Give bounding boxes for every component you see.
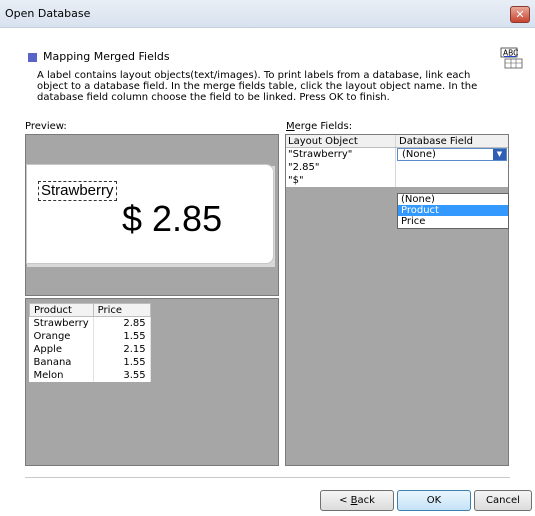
cell-product: Apple: [29, 342, 94, 356]
cell-product: Orange: [29, 329, 94, 343]
cell-product: Melon: [29, 368, 94, 382]
cell-product: Banana: [29, 355, 94, 369]
table-row[interactable]: Melon 3.55: [29, 368, 151, 382]
cell-price: 1.55: [93, 329, 151, 343]
column-header-price[interactable]: Price: [92, 303, 151, 317]
table-row[interactable]: Orange 1.55: [29, 329, 151, 343]
section-description: A label contains layout objects(text/ima…: [37, 70, 478, 103]
back-button[interactable]: < Back: [320, 490, 394, 511]
layout-object-name[interactable]: "Strawberry": [286, 148, 396, 161]
column-header-product[interactable]: Product: [29, 303, 94, 317]
database-field-cell[interactable]: [396, 161, 508, 174]
merge-fields-panel: Layout Object Database Field "Strawberry…: [285, 134, 509, 466]
column-header-database-field[interactable]: Database Field: [396, 135, 508, 147]
merge-row-price[interactable]: "2.85": [286, 161, 508, 174]
back-button-prefix: <: [339, 495, 351, 506]
layout-object-text[interactable]: Strawberry: [38, 181, 117, 201]
layout-object-name[interactable]: "2.85": [286, 161, 396, 174]
close-icon: ✕: [515, 8, 525, 21]
database-field-cell[interactable]: [396, 174, 508, 187]
chevron-down-icon[interactable]: ▼: [493, 149, 506, 160]
back-button-label: ack: [357, 495, 375, 506]
cell-price: 1.55: [93, 355, 151, 369]
section-marker: [28, 53, 37, 62]
database-table: Product Price Strawberry 2.85 Orange 1.55 …: [29, 303, 151, 382]
table-header: Product Price: [29, 303, 151, 317]
cancel-button[interactable]: Cancel: [474, 490, 532, 511]
merge-fields-accelerator: M: [286, 121, 295, 132]
layout-object-price[interactable]: $ 2.85: [122, 199, 222, 239]
table-row[interactable]: Strawberry 2.85: [29, 316, 151, 330]
cell-product: Strawberry: [29, 316, 94, 330]
merge-fields-label: Merge Fields:: [286, 121, 352, 132]
database-field-cell[interactable]: (None) ▼: [396, 148, 508, 161]
dialog-body: Mapping Merged Fields A label contains l…: [0, 28, 535, 516]
database-panel: Product Price Strawberry 2.85 Orange 1.55 …: [25, 298, 279, 466]
merge-fields-table: Layout Object Database Field "Strawberry…: [286, 135, 508, 187]
merge-fields-label-text: erge Fields:: [294, 121, 353, 132]
label-preview: Strawberry $ 2.85: [26, 164, 274, 264]
cell-price: 3.55: [93, 368, 151, 382]
footer-divider: [25, 477, 510, 478]
table-row[interactable]: Banana 1.55: [29, 355, 151, 369]
dropdown-option-price[interactable]: Price: [398, 216, 508, 227]
cell-price: 2.85: [93, 316, 151, 330]
database-field-select[interactable]: (None) ▼: [397, 148, 507, 161]
cell-price: 2.15: [93, 342, 151, 356]
dropdown-option-product[interactable]: Product: [398, 205, 508, 216]
dropdown-option-none[interactable]: (None): [398, 194, 508, 205]
merge-row-dollar[interactable]: "$": [286, 174, 508, 187]
column-header-layout-object[interactable]: Layout Object: [286, 135, 396, 147]
merge-row-strawberry[interactable]: "Strawberry" (None) ▼: [286, 148, 508, 161]
back-button-accelerator: B: [350, 495, 358, 506]
table-row[interactable]: Apple 2.15: [29, 342, 151, 356]
preview-label: Preview:: [25, 121, 67, 132]
database-field-dropdown: (None) Product Price: [397, 193, 509, 229]
section-title: Mapping Merged Fields: [43, 50, 170, 63]
preview-panel: Strawberry $ 2.85: [25, 134, 279, 296]
abc-table-icon: ABC: [500, 47, 523, 69]
database-field-value: (None): [402, 149, 436, 160]
close-button[interactable]: ✕: [510, 6, 530, 23]
merge-table-header: Layout Object Database Field: [286, 135, 508, 148]
title-bar: Open Database ✕: [0, 0, 535, 28]
ok-button[interactable]: OK: [397, 490, 471, 511]
window-title: Open Database: [5, 7, 91, 20]
layout-object-name[interactable]: "$": [286, 174, 396, 187]
